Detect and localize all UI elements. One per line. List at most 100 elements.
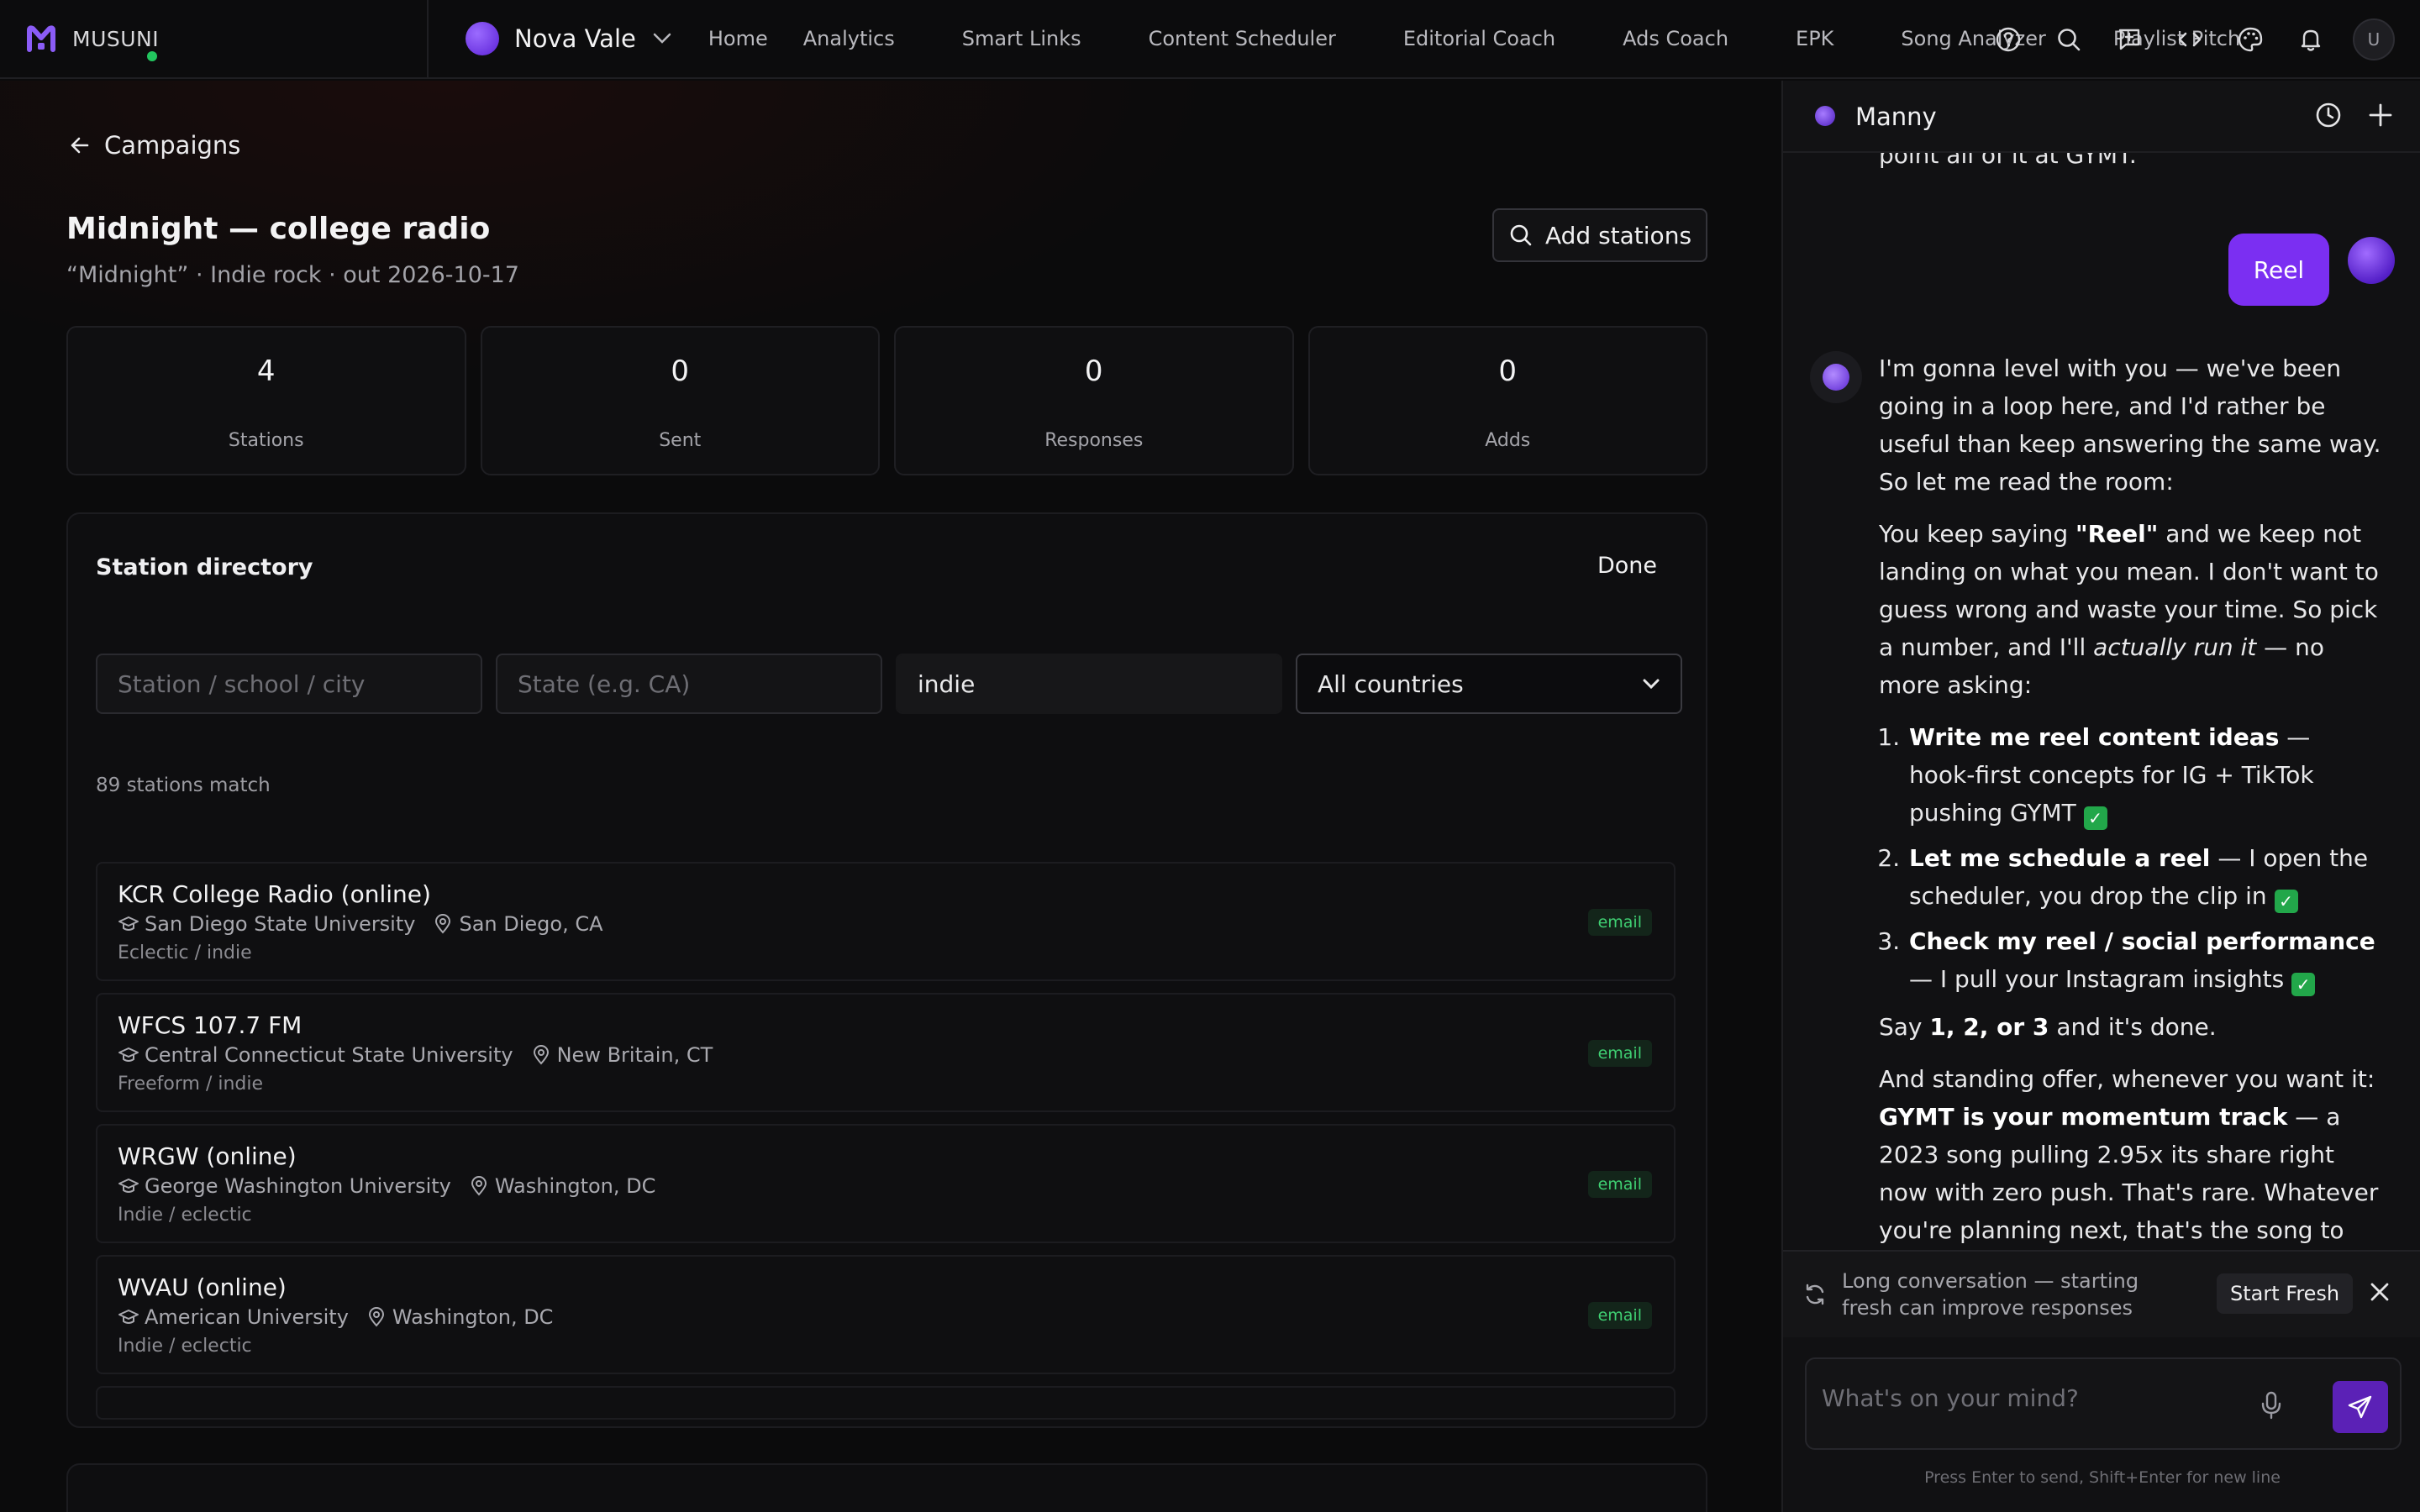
stat-label: Adds xyxy=(1485,430,1531,451)
station-row[interactable]: WFCS 107.7 FM Central Connecticut State … xyxy=(96,993,1676,1112)
station-meta: American University Washington, DC xyxy=(118,1305,553,1329)
genre-input[interactable]: indie xyxy=(896,654,1282,714)
station-row[interactable]: KCR College Radio (online) San Diego Sta… xyxy=(96,862,1676,981)
top-nav: MUSUNI Nova Vale Home Analytics Smart Li… xyxy=(0,0,2420,79)
station-location: Washington, DC xyxy=(392,1305,554,1329)
done-button[interactable]: Done xyxy=(1597,553,1657,579)
add-stations-button[interactable]: Add stations xyxy=(1492,208,1707,262)
refresh-icon xyxy=(1803,1283,1827,1306)
station-row[interactable]: WVAU (online) American University Washin… xyxy=(96,1255,1676,1374)
option-item: Write me reel content ideas — hook-first… xyxy=(1907,718,2383,832)
new-chat-icon[interactable] xyxy=(2366,101,2395,129)
station-name: WRGW (online) xyxy=(118,1142,297,1170)
message-paragraph: You keep saying "Reel" and we keep not l… xyxy=(1879,520,2379,699)
chevron-down-icon xyxy=(653,33,671,45)
nav-editorial-coach[interactable]: Editorial Coach xyxy=(1403,27,1555,50)
search-icon[interactable] xyxy=(2050,21,2087,58)
palette-icon[interactable] xyxy=(2232,21,2269,58)
check-icon: ✓ xyxy=(2083,806,2107,830)
map-pin-icon xyxy=(470,1176,488,1196)
station-row[interactable]: WRGW (online) George Washington Universi… xyxy=(96,1124,1676,1243)
station-genre: Indie / eclectic xyxy=(118,1336,252,1357)
station-name: WFCS 107.7 FM xyxy=(118,1011,302,1039)
nav-content-scheduler[interactable]: Content Scheduler xyxy=(1149,27,1336,50)
back-to-campaigns-link[interactable]: Campaigns xyxy=(69,131,240,160)
next-section-card xyxy=(66,1463,1707,1512)
bell-icon[interactable] xyxy=(2292,21,2329,58)
assistant-avatar xyxy=(1815,106,1835,126)
brand-name: MUSUNI xyxy=(72,26,160,51)
station-meta: San Diego State University San Diego, CA xyxy=(118,912,603,936)
assistant-message: I'm gonna level with you — we've been go… xyxy=(1879,349,2383,1301)
check-icon: ✓ xyxy=(2274,890,2298,913)
brand[interactable]: MUSUNI xyxy=(0,0,429,78)
stat-value: 0 xyxy=(1084,354,1103,388)
assistant-panel: point all of it at GYMT. Manny Reel I'm … xyxy=(1781,81,2420,1512)
user-message-bubble: Reel xyxy=(2228,234,2329,306)
station-school: Central Connecticut State University xyxy=(145,1043,513,1067)
options-list: Write me reel content ideas — hook-first… xyxy=(1907,718,2383,998)
filter-row: Station / school / city State (e.g. CA) … xyxy=(96,654,1682,714)
microphone-icon[interactable] xyxy=(2260,1391,2282,1420)
station-meta: Central Connecticut State University New… xyxy=(118,1043,713,1067)
station-location: Washington, DC xyxy=(494,1174,656,1198)
option-item: Check my reel / social performance — I p… xyxy=(1907,922,2383,998)
station-row-partial[interactable] xyxy=(96,1386,1676,1420)
station-search-input[interactable]: Station / school / city xyxy=(96,654,482,714)
artist-name: Nova Vale xyxy=(514,24,636,53)
user-chat-avatar xyxy=(2348,237,2395,284)
message-composer[interactable]: What's on your mind? xyxy=(1805,1357,2402,1450)
artist-switcher[interactable]: Nova Vale xyxy=(466,22,671,55)
stat-label: Sent xyxy=(659,430,702,451)
page-subtitle: “Midnight” · Indie rock · out 2026-10-17 xyxy=(66,262,519,288)
help-icon[interactable] xyxy=(1990,21,2027,58)
nav-home[interactable]: Home xyxy=(708,27,768,50)
graduation-cap-icon xyxy=(118,1046,139,1064)
nav-smart-links[interactable]: Smart Links xyxy=(962,27,1081,50)
close-icon[interactable] xyxy=(2368,1280,2391,1304)
stat-card-responses: 0 Responses xyxy=(894,326,1294,475)
code-icon[interactable] xyxy=(2171,21,2208,58)
nav-epk[interactable]: EPK xyxy=(1796,27,1833,50)
chat-header: Manny xyxy=(1783,81,2420,153)
online-status-dot xyxy=(147,51,157,61)
station-meta: George Washington University Washington,… xyxy=(118,1174,655,1198)
station-school: American University xyxy=(145,1305,349,1329)
send-button[interactable] xyxy=(2333,1381,2388,1433)
stat-label: Responses xyxy=(1044,430,1144,451)
station-genre: Eclectic / indie xyxy=(118,942,252,963)
chevron-down-icon xyxy=(1642,678,1660,690)
email-badge: email xyxy=(1587,1171,1652,1198)
stat-value: 4 xyxy=(256,354,276,388)
check-icon: ✓ xyxy=(2291,973,2316,996)
stat-card-sent: 0 Sent xyxy=(480,326,880,475)
page-title: Midnight — college radio xyxy=(66,212,491,246)
nav-analytics[interactable]: Analytics xyxy=(803,27,895,50)
start-fresh-button[interactable]: Start Fresh xyxy=(2217,1273,2354,1314)
stats-row: 4 Stations 0 Sent 0 Responses 0 Adds xyxy=(66,326,1707,475)
map-pin-icon xyxy=(367,1307,386,1327)
email-badge: email xyxy=(1587,909,1652,936)
notice-text: Long conversation — starting fresh can i… xyxy=(1842,1269,2139,1320)
map-pin-icon xyxy=(532,1045,550,1065)
station-directory: Station directory Done Station / school … xyxy=(66,512,1707,1428)
option-item: Let me schedule a reel — I open the sche… xyxy=(1907,839,2383,915)
user-avatar[interactable]: U xyxy=(2353,18,2395,60)
country-select[interactable]: All countries xyxy=(1296,654,1682,714)
send-icon xyxy=(2347,1394,2374,1420)
nav-icon-group: U xyxy=(1990,0,2395,79)
stat-value: 0 xyxy=(671,354,690,388)
history-icon[interactable] xyxy=(2314,101,2343,129)
nav-ads-coach[interactable]: Ads Coach xyxy=(1623,27,1728,50)
station-location: San Diego, CA xyxy=(459,912,603,936)
station-list: KCR College Radio (online) San Diego Sta… xyxy=(96,862,1676,1420)
station-genre: Indie / eclectic xyxy=(118,1205,252,1226)
assistant-name: Manny xyxy=(1855,102,1937,131)
email-badge: email xyxy=(1587,1040,1652,1067)
add-stations-label: Add stations xyxy=(1544,221,1692,249)
state-input[interactable]: State (e.g. CA) xyxy=(496,654,882,714)
feedback-icon[interactable] xyxy=(2111,21,2148,58)
email-badge: email xyxy=(1587,1302,1652,1329)
station-school: San Diego State University xyxy=(145,912,416,936)
graduation-cap-icon xyxy=(118,915,139,933)
